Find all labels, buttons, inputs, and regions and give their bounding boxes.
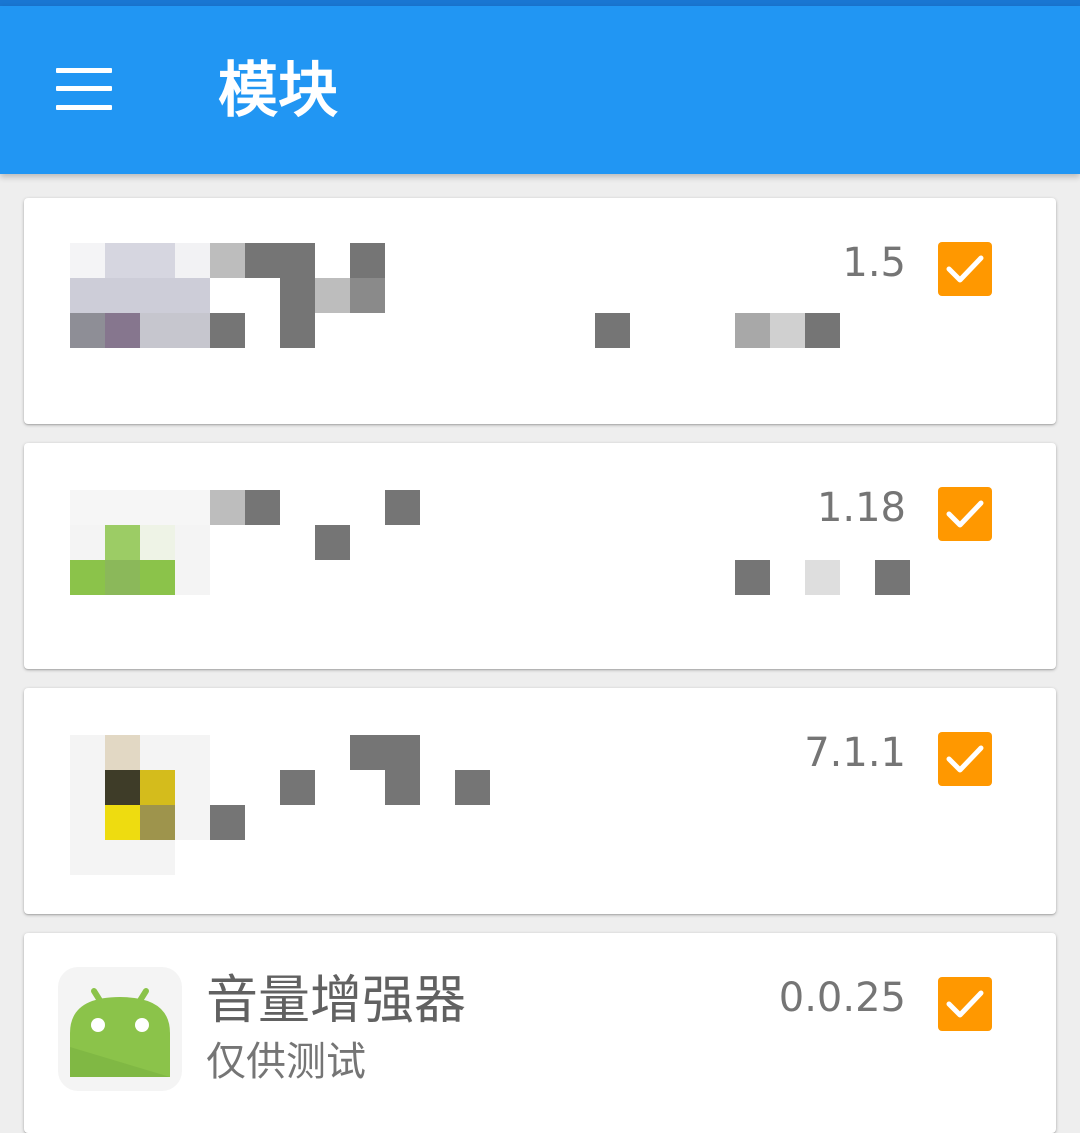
module-version: 0.0.25 — [778, 975, 906, 1021]
module-enabled-checkbox[interactable] — [938, 487, 992, 541]
app-bar: 模块 — [0, 6, 1080, 174]
check-icon — [946, 255, 984, 283]
module-version: 1.5 — [842, 240, 906, 286]
check-icon — [946, 500, 984, 528]
module-card[interactable]: 1.18 — [24, 443, 1056, 669]
module-enabled-checkbox[interactable] — [938, 242, 992, 296]
module-version: 7.1.1 — [804, 730, 906, 776]
module-card[interactable]: 7.1.1 — [24, 688, 1056, 914]
module-description: 仅供测试 — [206, 1039, 366, 1085]
page-title: 模块 — [218, 56, 338, 126]
module-enabled-checkbox[interactable] — [938, 732, 992, 786]
module-enabled-checkbox[interactable] — [938, 977, 992, 1031]
module-name: 音量增强器 — [206, 971, 467, 1031]
module-card[interactable]: 1.5 — [24, 198, 1056, 424]
menu-icon[interactable] — [56, 68, 112, 110]
module-version: 1.18 — [816, 485, 906, 531]
module-card[interactable]: 音量增强器 仅供测试 0.0.25 — [24, 933, 1056, 1133]
check-icon — [946, 745, 984, 773]
check-icon — [946, 990, 984, 1018]
android-icon — [58, 967, 182, 1091]
